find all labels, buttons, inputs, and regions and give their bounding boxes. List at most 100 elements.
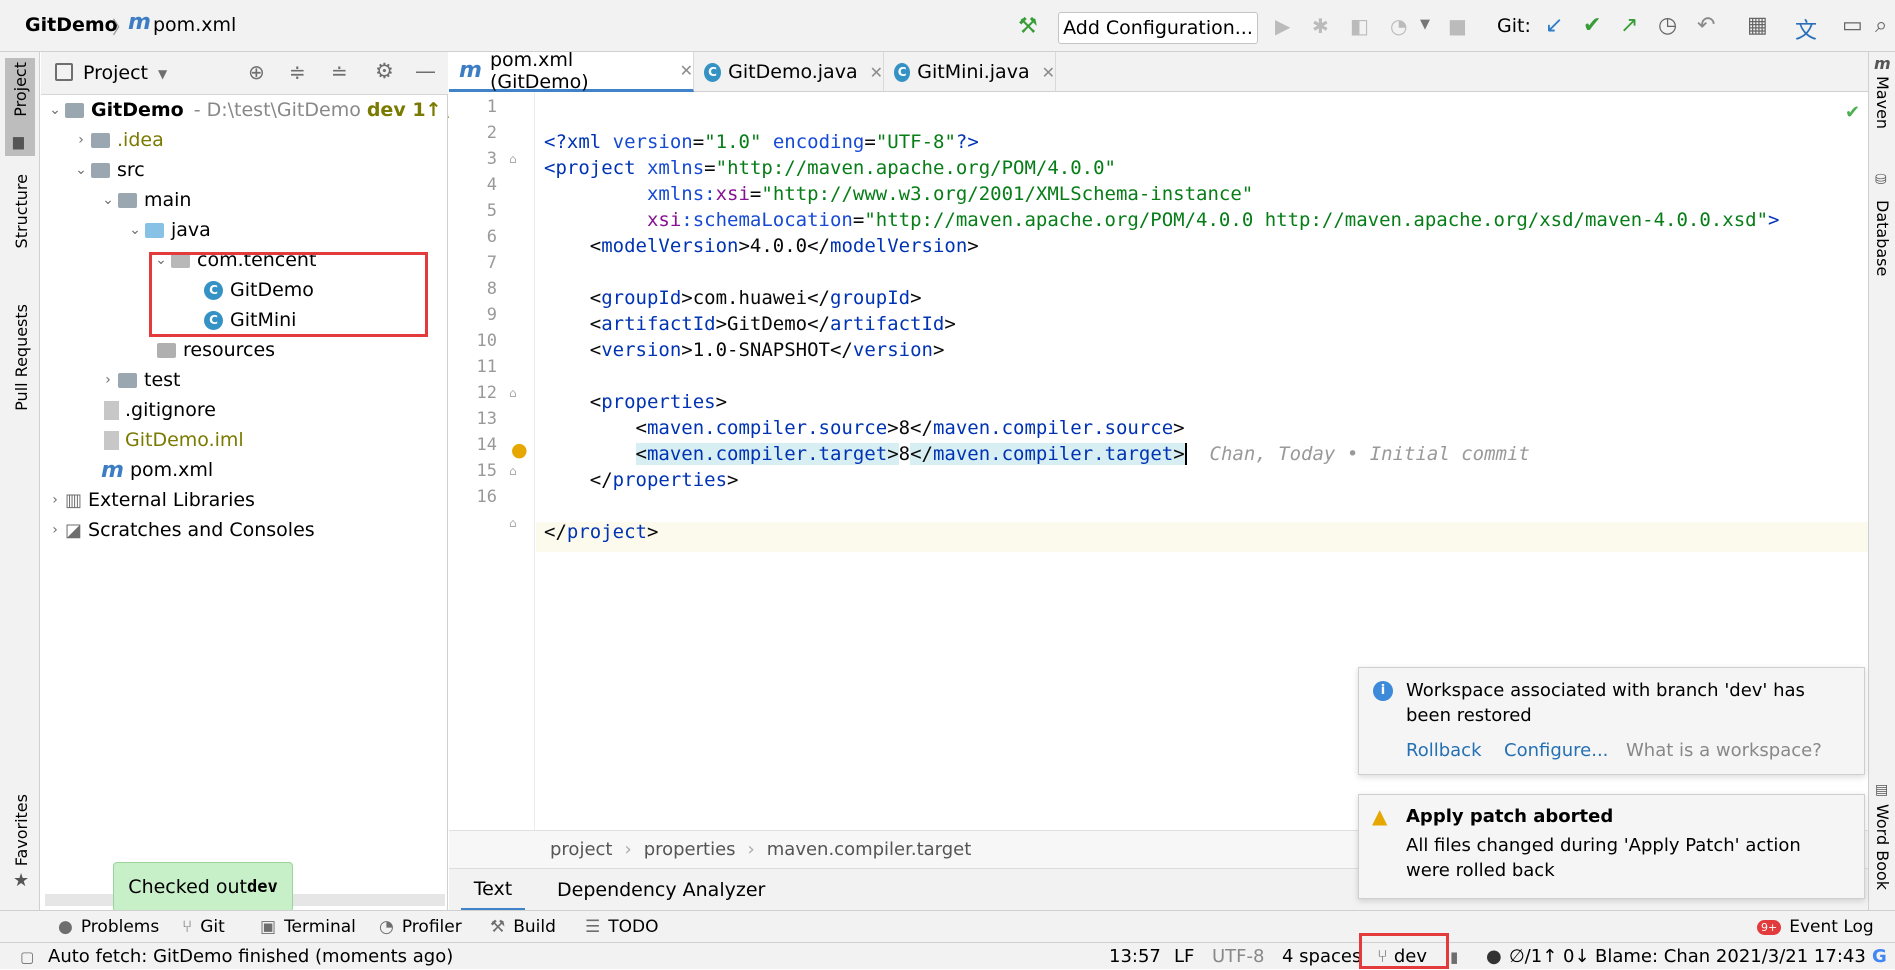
tree-label: External Libraries xyxy=(88,489,255,511)
fold-icon[interactable]: ⌂ xyxy=(509,516,517,530)
gear-icon[interactable]: ⚙ xyxy=(375,59,394,83)
source-folder-icon xyxy=(145,222,164,238)
chevron-right-icon[interactable]: › xyxy=(98,372,118,388)
chevron-right-icon[interactable]: › xyxy=(45,522,65,538)
tab-git[interactable]: ⑂ Git xyxy=(182,911,225,943)
rollback-link[interactable]: Rollback xyxy=(1406,740,1482,761)
fold-icon[interactable]: ⌂ xyxy=(509,386,517,400)
breadcrumb-file[interactable]: pom.xml xyxy=(153,14,236,36)
tree-item-scratches[interactable]: › ◪ Scratches and Consoles xyxy=(45,516,314,544)
chevron-down-icon[interactable]: ⌄ xyxy=(125,222,145,238)
tool-pull-requests[interactable]: Pull Requests xyxy=(12,304,31,411)
tool-favorites[interactable]: Favorites xyxy=(12,794,31,866)
translate-icon[interactable]: 文 xyxy=(1795,13,1817,45)
search-icon[interactable]: ⌕ xyxy=(1875,13,1887,38)
what-is-workspace-link[interactable]: What is a workspace? xyxy=(1626,740,1822,761)
tree-item-external-libraries[interactable]: › ▥ External Libraries xyxy=(45,486,255,514)
close-icon[interactable]: ✕ xyxy=(870,63,883,82)
event-log-button[interactable]: 9+ Event Log xyxy=(1757,911,1874,943)
chevron-right-icon[interactable]: › xyxy=(45,492,65,508)
tree-item-gitignore[interactable]: .gitignore xyxy=(104,396,216,424)
tree-item-pom[interactable]: m pom.xml xyxy=(101,456,213,484)
expand-all-icon[interactable]: ≑ xyxy=(289,60,306,84)
breadcrumb-item[interactable]: project xyxy=(550,839,612,860)
add-configuration-button[interactable]: Add Configuration... xyxy=(1058,12,1258,44)
tree-label: GitDemo.iml xyxy=(125,429,244,451)
caret-position[interactable]: 13:57 xyxy=(1109,943,1161,970)
profile-icon[interactable]: ◔ xyxy=(1390,14,1407,38)
memory-indicator-icon[interactable]: ● xyxy=(1486,943,1502,970)
lightbulb-icon[interactable]: ● xyxy=(511,439,528,461)
locate-file-icon[interactable]: ⊕ xyxy=(248,60,265,84)
tree-item-iml[interactable]: GitDemo.iml xyxy=(104,426,244,454)
configure-link[interactable]: Configure... xyxy=(1504,740,1608,761)
indent-setting[interactable]: 4 spaces xyxy=(1282,943,1361,970)
tree-item-resources[interactable]: resources xyxy=(157,336,275,364)
git-history-icon[interactable]: ◷ xyxy=(1658,13,1677,38)
tool-database[interactable]: Database xyxy=(1873,200,1892,276)
git-changes[interactable]: ∅/1↑ 0↓ xyxy=(1509,943,1590,970)
blame-info[interactable]: Blame: Chan 2021/3/21 17:43 xyxy=(1595,943,1866,970)
tree-item-src[interactable]: ⌄ src xyxy=(71,156,145,184)
breadcrumb-item[interactable]: properties xyxy=(644,839,736,860)
project-view-title[interactable]: Project xyxy=(83,62,148,84)
tab-terminal[interactable]: ▣ Terminal xyxy=(260,911,356,943)
tool-structure[interactable]: Structure xyxy=(12,174,31,248)
chevron-down-icon[interactable]: ⌄ xyxy=(45,102,65,118)
fold-icon[interactable]: ⌂ xyxy=(509,464,517,478)
line-separator[interactable]: LF xyxy=(1174,943,1194,970)
view-dropdown-chevron-icon[interactable]: ▼ xyxy=(158,67,167,81)
tree-item-root[interactable]: ⌄ GitDemo - D:\test\GitDemo dev 1↑ / ∅ xyxy=(45,96,478,124)
editor-tab-bar: m pom.xml (GitDemo) ✕ C GitDemo.java ✕ C… xyxy=(449,49,1868,93)
run-options-chevron-icon[interactable]: ▼ xyxy=(1420,17,1430,32)
tree-item-idea[interactable]: › .idea xyxy=(71,126,164,154)
tool-project-active[interactable]: Project ▆ xyxy=(5,58,35,156)
highlight-box xyxy=(149,252,428,337)
tree-item-test[interactable]: › test xyxy=(98,366,180,394)
tree-item-java[interactable]: ⌄ java xyxy=(125,216,211,244)
tab-text[interactable]: Text xyxy=(461,869,525,911)
breadcrumb-project[interactable]: GitDemo xyxy=(25,14,118,36)
tab-build[interactable]: ⚒ Build xyxy=(490,911,556,943)
tab-pom[interactable]: m pom.xml (GitDemo) ✕ xyxy=(449,49,694,93)
presentation-icon[interactable]: ▭ xyxy=(1842,13,1863,38)
tree-item-main[interactable]: ⌄ main xyxy=(98,186,191,214)
git-commit-icon[interactable]: ✔ xyxy=(1583,13,1601,38)
debug-icon[interactable]: ✱ xyxy=(1312,14,1329,38)
google-icon[interactable]: G xyxy=(1872,943,1887,970)
run-icon[interactable]: ▶ xyxy=(1275,14,1290,38)
line-number: 8 xyxy=(486,279,497,299)
tab-problems[interactable]: ● Problems xyxy=(58,911,159,943)
line-number: 11 xyxy=(476,357,497,377)
inspection-ok-icon[interactable]: ✔ xyxy=(1845,102,1860,123)
tab-gitmini-java[interactable]: C GitMini.java ✕ xyxy=(884,52,1056,92)
git-update-icon[interactable]: ↙ xyxy=(1545,13,1563,38)
build-hammer-icon[interactable]: ⚒ xyxy=(1018,14,1038,39)
status-message[interactable]: Auto fetch: GitDemo finished (moments ag… xyxy=(48,943,453,970)
stop-icon[interactable]: ■ xyxy=(1448,14,1467,38)
close-icon[interactable]: ✕ xyxy=(680,61,693,80)
code-line-7: <groupId>com.huawei</groupId> xyxy=(544,287,922,309)
code-line-13: <maven.compiler.target>8</maven.compiler… xyxy=(635,443,1530,465)
tab-todo[interactable]: ☰ TODO xyxy=(585,911,659,943)
close-icon[interactable]: ✕ xyxy=(1042,63,1055,82)
tool-word-book[interactable]: Word Book xyxy=(1873,804,1892,890)
rollback-icon[interactable]: ↶ xyxy=(1697,13,1715,38)
tool-maven[interactable]: Maven xyxy=(1873,76,1892,129)
chevron-right-icon[interactable]: › xyxy=(71,132,91,148)
collapse-all-icon[interactable]: ≐ xyxy=(331,60,348,84)
git-push-icon[interactable]: ↗ xyxy=(1620,13,1638,38)
project-structure-icon[interactable]: ▦ xyxy=(1747,13,1768,38)
fold-icon[interactable]: ⌂ xyxy=(509,152,517,166)
hide-panel-icon[interactable]: — xyxy=(415,59,436,83)
breadcrumb-item[interactable]: maven.compiler.target xyxy=(767,839,972,860)
tab-gitdemo-java[interactable]: C GitDemo.java ✕ xyxy=(694,52,884,92)
tab-profiler[interactable]: ◔ Profiler xyxy=(379,911,462,943)
chevron-down-icon[interactable]: ⌄ xyxy=(71,162,91,178)
tab-dependency-analyzer[interactable]: Dependency Analyzer xyxy=(557,869,765,911)
lock-icon[interactable]: ▮ xyxy=(1450,943,1458,970)
file-encoding[interactable]: UTF-8 xyxy=(1212,943,1264,970)
toggle-tool-windows-icon[interactable]: ▢ xyxy=(20,943,34,970)
coverage-icon[interactable]: ◧ xyxy=(1350,14,1369,38)
chevron-down-icon[interactable]: ⌄ xyxy=(98,192,118,208)
